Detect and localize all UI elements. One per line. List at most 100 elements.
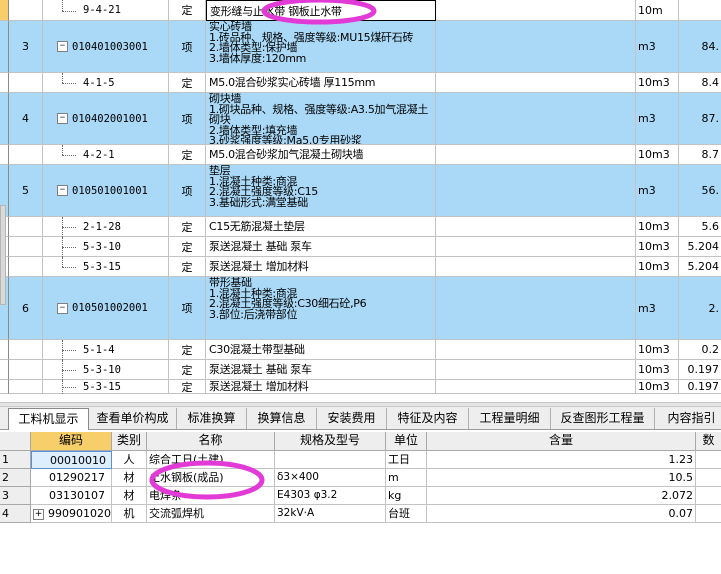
resource-name[interactable]: 综合工日(土建) <box>147 451 275 469</box>
resource-spec[interactable]: δ3×400 <box>275 469 386 487</box>
resource-code[interactable]: 00010010 <box>31 451 112 469</box>
bill-item-row[interactable]: 4−010402001001 项砌块墙 1.砌块品种、规格、强度等级:A3.5加气… <box>0 93 721 145</box>
row-name[interactable]: 泵送混凝土 基础 泵车 <box>206 360 436 380</box>
tab-7[interactable]: 反查图形工程量 <box>551 408 655 429</box>
resource-more[interactable] <box>696 469 721 487</box>
resource-code[interactable]: 01290217 <box>31 469 112 487</box>
resource-category[interactable]: 材 <box>112 487 147 505</box>
resource-row[interactable]: 4 +990901020 机交流弧焊机 32kV·A 台班 0.07 <box>0 505 721 523</box>
row-name[interactable]: M5.0混合砂浆加气混凝土砌块墙 <box>206 145 436 165</box>
header-unit[interactable]: 单位 <box>386 432 427 451</box>
resource-code[interactable]: +990901020 <box>31 505 112 523</box>
resource-quantity[interactable]: 10.5 <box>427 469 696 487</box>
quota-row[interactable]: 5-3-15 定泵送混凝土 增加材料 10m3 5.204 <box>0 257 721 277</box>
resource-spec[interactable]: 32kV·A <box>275 505 386 523</box>
tab-6[interactable]: 工程量明细 <box>469 408 551 429</box>
row-margin <box>0 73 9 93</box>
bill-item-row[interactable]: 5−010501001001 项垫层 1.混凝土种类:商混 2.混凝土强度等级:C… <box>0 165 721 217</box>
tab-2[interactable]: 标准换算 <box>177 408 247 429</box>
row-name[interactable]: C15无筋混凝土垫层 <box>206 217 436 237</box>
quota-row[interactable]: 5-1-4 定 C30混凝土带型基础 10m3 0.2 <box>0 340 721 360</box>
row-unit: m3 <box>636 165 679 217</box>
resource-name[interactable]: 止水钢板(成品) <box>147 469 275 487</box>
resource-spec[interactable] <box>275 451 386 469</box>
resource-spec[interactable]: E4303 φ3.2 <box>275 487 386 505</box>
header-more[interactable]: 数 <box>696 432 721 451</box>
tab-5[interactable]: 特征及内容 <box>387 408 469 429</box>
row-name[interactable]: C30混凝土带型基础 <box>206 340 436 360</box>
quota-row[interactable]: 4-1-5 定 M5.0混合砂浆实心砖墙 厚115mm 10m3 8.4 <box>0 73 721 93</box>
header-category[interactable]: 类别 <box>112 432 147 451</box>
row-blank-cell <box>436 237 636 257</box>
collapse-icon[interactable]: − <box>57 302 68 314</box>
expand-icon[interactable]: + <box>33 508 44 520</box>
resource-category[interactable]: 人 <box>112 451 147 469</box>
row-code-cell[interactable]: −010402001001 <box>43 93 169 145</box>
quota-row[interactable]: 9-4-21 定变形缝与止水带 钢板止水带 10m <box>0 0 721 21</box>
resource-name[interactable]: 交流弧焊机 <box>147 505 275 523</box>
row-name[interactable]: 垫层 1.混凝土种类:商混 2.混凝土强度等级:C15 3.基础形式:满堂基础 <box>206 165 436 217</box>
quota-row[interactable]: 5-3-10 定泵送混凝土 基础 泵车 10m3 0.197 <box>0 360 721 380</box>
collapse-icon[interactable]: − <box>57 41 68 52</box>
resource-index: 2 <box>0 469 31 487</box>
row-unit: 10m3 <box>636 257 679 277</box>
resource-unit[interactable]: 台班 <box>386 505 427 523</box>
resource-code[interactable]: 03130107 <box>31 487 112 505</box>
row-unit: 10m3 <box>636 237 679 257</box>
row-name[interactable]: 泵送混凝土 增加材料 <box>206 380 436 394</box>
resource-row[interactable]: 1 00010010 人综合工日(土建) 工日 1.23 <box>0 451 721 469</box>
header-index[interactable] <box>0 432 31 451</box>
resource-category[interactable]: 材 <box>112 469 147 487</box>
row-code-cell[interactable]: −010501001001 <box>43 165 169 217</box>
row-name[interactable]: 泵送混凝土 基础 泵车 <box>206 237 436 257</box>
resource-more[interactable] <box>696 505 721 523</box>
row-name[interactable]: 砌块墙 1.砌块品种、规格、强度等级:A3.5加气混凝土砌块 2.墙体类型:填充… <box>206 93 436 145</box>
item-list-grid[interactable]: 9-4-21 定变形缝与止水带 钢板止水带 10m 3−010401003001 项实心… <box>0 0 721 402</box>
vertical-scrollbar-thumb[interactable] <box>0 205 6 305</box>
quota-row[interactable]: 5-3-15 定泵送混凝土 增加材料 10m3 0.197 <box>0 380 721 394</box>
header-quantity[interactable]: 含量 <box>427 432 696 451</box>
resource-quantity[interactable]: 2.072 <box>427 487 696 505</box>
quota-row[interactable]: 5-3-10 定泵送混凝土 基础 泵车 10m3 5.204 <box>0 237 721 257</box>
collapse-icon[interactable]: − <box>57 185 68 196</box>
quota-row[interactable]: 4-2-1 定 M5.0混合砂浆加气混凝土砌块墙 10m3 8.7 <box>0 145 721 165</box>
row-quantity: 2. <box>679 277 721 340</box>
resource-unit[interactable]: m <box>386 469 427 487</box>
resource-category[interactable]: 机 <box>112 505 147 523</box>
row-number <box>9 360 43 380</box>
row-quantity: 8.7 <box>679 145 721 165</box>
resource-more[interactable] <box>696 451 721 469</box>
resource-quantity[interactable]: 1.23 <box>427 451 696 469</box>
resource-unit[interactable]: 工日 <box>386 451 427 469</box>
tab-3[interactable]: 换算信息 <box>247 408 317 429</box>
row-name[interactable]: 变形缝与止水带 钢板止水带 <box>206 0 436 21</box>
row-name[interactable]: 带形基础 1.混凝土种类:商混 2.混凝土强度等级:C30细石砼,P6 3.部位… <box>206 277 436 340</box>
resource-row[interactable]: 2 01290217 材止水钢板(成品) δ3×400 m 10.5 <box>0 469 721 487</box>
resource-grid[interactable]: 编码 类别 名称 规格及型号 单位 含量数 1 00010010 人综合工日(土建) 工日 1.23… <box>0 430 721 574</box>
tab-4[interactable]: 安装费用 <box>317 408 387 429</box>
row-number <box>9 0 43 21</box>
bill-item-row[interactable]: 3−010401003001 项实心砖墙 1.砖品种、规格、强度等级:MU15煤矸… <box>0 21 721 73</box>
quota-row[interactable]: 2-1-28 定 C15无筋混凝土垫层 10m3 5.6 <box>0 217 721 237</box>
row-name[interactable]: 泵送混凝土 增加材料 <box>206 257 436 277</box>
tab-0[interactable]: 工料机显示 <box>8 408 89 430</box>
header-spec[interactable]: 规格及型号 <box>275 432 386 451</box>
collapse-icon[interactable]: − <box>57 113 68 124</box>
header-code[interactable]: 编码 <box>31 432 112 451</box>
row-name[interactable]: M5.0混合砂浆实心砖墙 厚115mm <box>206 73 436 93</box>
header-name[interactable]: 名称 <box>147 432 275 451</box>
row-code-cell[interactable]: −010401003001 <box>43 21 169 73</box>
tab-1[interactable]: 查看单价构成 <box>89 408 177 429</box>
resource-quantity[interactable]: 0.07 <box>427 505 696 523</box>
row-code-cell[interactable]: −010501002001 <box>43 277 169 340</box>
resource-unit[interactable]: kg <box>386 487 427 505</box>
tree-line <box>62 0 63 11</box>
tab-8[interactable]: 内容指引 <box>655 408 721 429</box>
resource-row[interactable]: 3 03130107 材电焊条 E4303 φ3.2 kg 2.072 <box>0 487 721 505</box>
row-type: 定 <box>169 217 206 237</box>
row-name[interactable]: 实心砖墙 1.砖品种、规格、强度等级:MU15煤矸石砖 2.墙体类型:保护墙 3… <box>206 21 436 73</box>
resource-name[interactable]: 电焊条 <box>147 487 275 505</box>
row-margin <box>0 340 9 360</box>
resource-more[interactable] <box>696 487 721 505</box>
bill-item-row[interactable]: 6−010501002001 项带形基础 1.混凝土种类:商混 2.混凝土强度等级… <box>0 277 721 340</box>
